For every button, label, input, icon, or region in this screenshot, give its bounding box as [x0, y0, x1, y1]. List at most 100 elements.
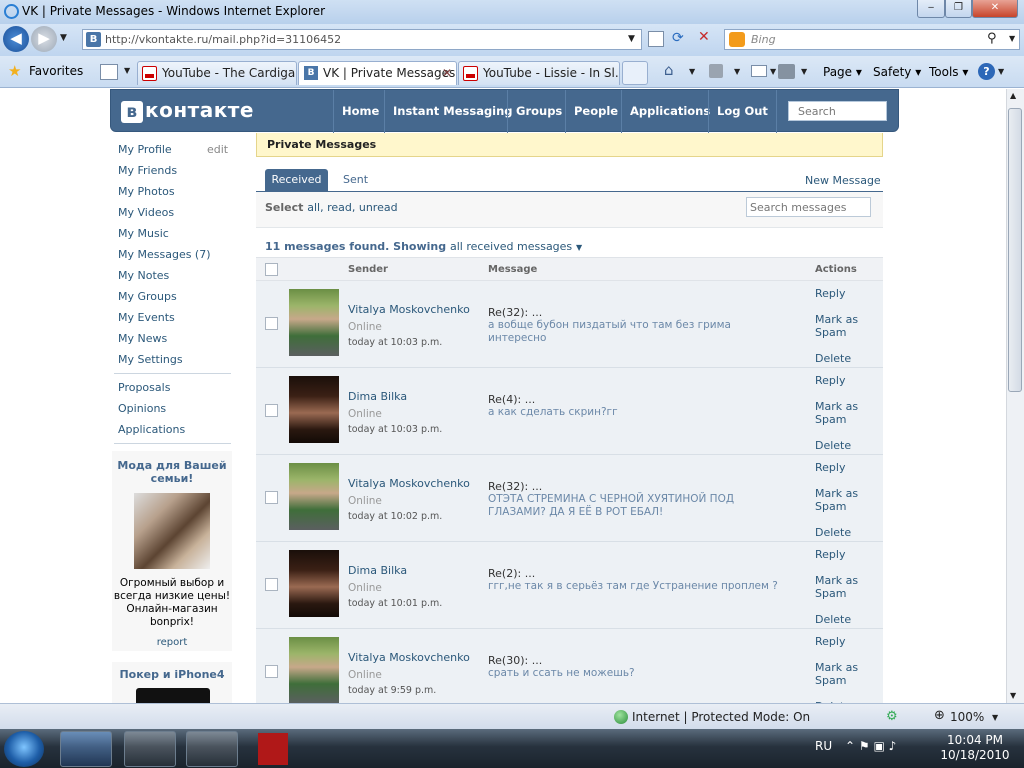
sender-avatar[interactable] [289, 463, 339, 530]
select-options[interactable]: all, read, unread [307, 201, 397, 214]
sender-avatar[interactable] [289, 637, 339, 703]
message-subject[interactable]: Re(32): ... [488, 306, 542, 319]
tab-list-dropdown-icon[interactable]: ▼ [124, 66, 130, 75]
menu-my-news[interactable]: My News [118, 332, 167, 345]
address-url[interactable]: http://vkontakte.ru/mail.php?id=31106452 [105, 33, 341, 46]
message-row[interactable]: Vitalya Moskovchenko Online today at 10:… [256, 455, 883, 542]
menu-my-messages[interactable]: My Messages (7) [118, 248, 211, 261]
forward-button[interactable]: ▶ [31, 26, 57, 52]
address-bar[interactable]: B http://vkontakte.ru/mail.php?id=311064… [82, 29, 642, 50]
stop-icon[interactable]: ✕ [698, 29, 710, 45]
minimize-button[interactable]: ‒ [917, 0, 945, 18]
reply-link[interactable]: Reply [815, 287, 845, 300]
sender-name[interactable]: Vitalya Moskovchenko [348, 303, 470, 316]
security-zone[interactable]: Internet | Protected Mode: On [632, 710, 810, 724]
ad2-image[interactable] [136, 688, 210, 703]
menu-my-music[interactable]: My Music [118, 227, 169, 240]
nav-people[interactable]: People [565, 90, 626, 133]
feed-dropdown-icon[interactable]: ▼ [734, 67, 740, 76]
tab-youtube-lissie[interactable]: YouTube - Lissie - In Sl... [458, 61, 620, 85]
message-body[interactable]: ОТЭТА СТРЕМИНА С ЧЕРНОЙ ХУЯТИНОЙ ПОД ГЛА… [488, 493, 788, 519]
sender-avatar[interactable] [289, 550, 339, 617]
tools-menu[interactable]: Tools ▾ [929, 65, 968, 79]
ad-block[interactable]: Мода для Вашей семьи! Огромный выбор и в… [112, 451, 232, 651]
protected-mode-icon[interactable]: ⚙ [886, 709, 898, 724]
mark-spam-link[interactable]: Mark as Spam [815, 313, 860, 339]
clock[interactable]: 10:04 PM 10/18/2010 [940, 733, 1010, 763]
message-row[interactable]: Dima Bilka Online today at 10:03 p.m. Re… [256, 368, 883, 455]
reply-link[interactable]: Reply [815, 374, 845, 387]
delete-link[interactable]: Delete [815, 352, 851, 365]
search-dropdown-icon[interactable]: ▼ [1009, 34, 1015, 43]
message-body[interactable]: а вобще бубон пиздатый что там без грима… [488, 319, 788, 345]
ad-image[interactable] [134, 493, 210, 569]
sender-name[interactable]: Dima Bilka [348, 390, 407, 403]
quick-tabs-icon[interactable] [100, 64, 118, 80]
menu-my-videos[interactable]: My Videos [118, 206, 174, 219]
sender-avatar[interactable] [289, 289, 339, 356]
message-checkbox[interactable] [265, 404, 278, 417]
tray-icons[interactable]: ⌃ ⚑ ▣ ♪ [845, 739, 896, 753]
mail-dropdown-icon[interactable]: ▼ [770, 67, 776, 76]
message-subject[interactable]: Re(2): ... [488, 567, 535, 580]
message-checkbox[interactable] [265, 665, 278, 678]
close-button[interactable]: ✕ [972, 0, 1018, 18]
menu-applications[interactable]: Applications [118, 423, 185, 436]
filter-dropdown-icon[interactable]: ▼ [576, 243, 582, 252]
menu-my-friends[interactable]: My Friends [118, 164, 177, 177]
close-tab-icon[interactable]: ✕ [442, 66, 452, 80]
search-messages-input[interactable]: Search messages [746, 197, 871, 217]
mark-spam-link[interactable]: Mark as Spam [815, 400, 860, 426]
taskbar-media-player-icon[interactable] [186, 731, 238, 767]
maximize-button[interactable]: ❐ [945, 0, 972, 18]
new-tab-button[interactable] [622, 61, 648, 85]
zoom-dropdown-icon[interactable]: ▼ [992, 713, 998, 722]
sender-name[interactable]: Vitalya Moskovchenko [348, 651, 470, 664]
menu-my-notes[interactable]: My Notes [118, 269, 169, 282]
menu-opinions[interactable]: Opinions [118, 402, 166, 415]
tab-sent[interactable]: Sent [343, 173, 368, 186]
mark-spam-link[interactable]: Mark as Spam [815, 661, 860, 687]
ad2-title[interactable]: Покер и iPhone4 [112, 668, 232, 681]
ad-title[interactable]: Мода для Вашей семьи! [112, 459, 232, 485]
taskbar-explorer-icon[interactable] [124, 731, 176, 767]
message-checkbox[interactable] [265, 317, 278, 330]
message-row[interactable]: Vitalya Moskovchenko Online today at 10:… [256, 281, 883, 368]
tab-received[interactable]: Received [265, 169, 328, 191]
menu-proposals[interactable]: Proposals [118, 381, 170, 394]
mail-icon[interactable] [751, 65, 767, 77]
menu-my-profile[interactable]: My Profile [118, 143, 172, 156]
nav-instant-messaging[interactable]: Instant Messaging [384, 90, 521, 133]
zoom-icon[interactable]: ⊕ [934, 708, 945, 723]
delete-link[interactable]: Delete [815, 439, 851, 452]
address-dropdown-icon[interactable]: ▼ [628, 34, 635, 44]
back-button[interactable]: ◀ [3, 26, 29, 52]
menu-my-photos[interactable]: My Photos [118, 185, 175, 198]
start-button[interactable] [4, 731, 44, 767]
message-body[interactable]: срать и ссать не можешь? [488, 667, 788, 680]
message-row[interactable]: Vitalya Moskovchenko Online today at 9:5… [256, 629, 883, 703]
menu-my-settings[interactable]: My Settings [118, 353, 183, 366]
scroll-down-arrow-icon[interactable]: ▼ [1010, 691, 1016, 700]
message-subject[interactable]: Re(30): ... [488, 654, 542, 667]
taskbar-ie-icon[interactable] [60, 731, 112, 767]
home-icon[interactable]: ⌂ [664, 61, 674, 79]
vk-search-input[interactable]: Search [788, 101, 887, 121]
message-row[interactable]: Dima Bilka Online today at 10:01 p.m. Re… [256, 542, 883, 629]
new-message-link[interactable]: New Message [805, 174, 881, 187]
scroll-up-arrow-icon[interactable]: ▲ [1010, 91, 1016, 100]
search-box[interactable]: Bing ⚲ ▼ [724, 29, 1020, 50]
delete-link[interactable]: Delete [815, 613, 851, 626]
search-icon[interactable]: ⚲ [987, 31, 997, 46]
refresh-icon[interactable]: ⟳ [672, 30, 684, 46]
help-dropdown-icon[interactable]: ▼ [998, 67, 1004, 76]
home-dropdown-icon[interactable]: ▼ [689, 67, 695, 76]
menu-my-events[interactable]: My Events [118, 311, 175, 324]
print-icon[interactable] [778, 64, 795, 79]
ad-report-link[interactable]: report [112, 637, 232, 648]
rss-feed-icon[interactable] [709, 64, 723, 78]
edit-profile-link[interactable]: edit [207, 143, 228, 156]
compat-view-icon[interactable] [648, 31, 664, 47]
sender-name[interactable]: Dima Bilka [348, 564, 407, 577]
message-subject[interactable]: Re(32): ... [488, 480, 542, 493]
